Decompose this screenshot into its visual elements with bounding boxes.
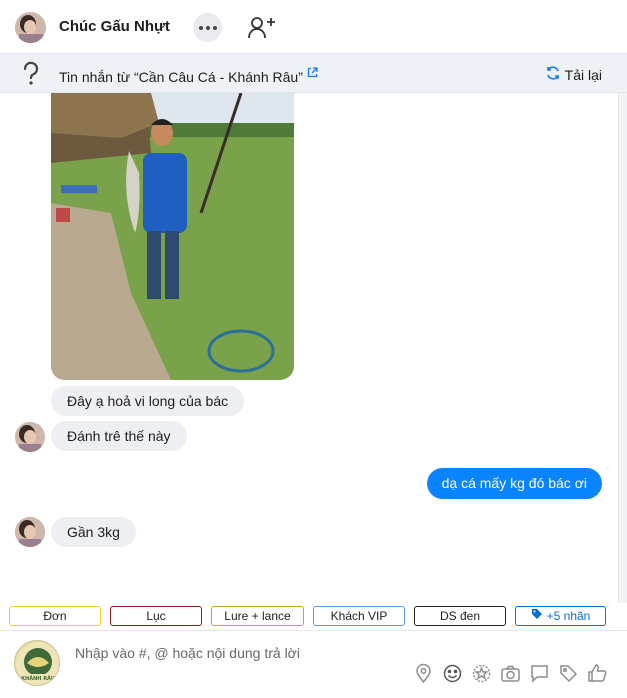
conversation-header: Chúc Gấu Nhựt — [0, 0, 627, 54]
composer-toolbar — [413, 661, 608, 685]
page-logo-text: KHÁNH RÂU — [21, 675, 55, 682]
contact-avatar — [15, 422, 45, 452]
message-bubble-incoming[interactable]: Đánh trê thế này — [51, 421, 187, 451]
dot — [212, 25, 217, 30]
more-tags-label: +5 nhãn — [546, 609, 591, 623]
location-icon[interactable] — [413, 663, 434, 684]
reload-button[interactable]: Tải lại — [545, 65, 602, 84]
reply-input[interactable]: Nhập vào #, @ hoặc nội dung trả lời — [75, 645, 300, 661]
reload-label: Tải lại — [564, 66, 602, 83]
emoji-icon[interactable] — [442, 663, 463, 684]
tag-lure-lance[interactable]: Lure + lance — [211, 606, 304, 626]
tag-don[interactable]: Đơn — [9, 606, 101, 626]
tag-khach-vip[interactable]: Khách VIP — [313, 606, 405, 626]
more-tags-button[interactable]: +5 nhãn — [515, 606, 606, 626]
more-options-button[interactable] — [193, 13, 222, 42]
tag-ds-den[interactable]: DS đen — [414, 606, 506, 626]
question-icon — [16, 58, 46, 88]
contact-avatar[interactable] — [15, 12, 46, 43]
message-list[interactable]: Đây ạ hoả vi long của bác Đánh trê thế n… — [0, 93, 618, 601]
source-info-bar: Tin nhắn từ “Cần Câu Cá - Khánh Râu” Tải… — [0, 54, 627, 93]
message-source-label: Tin nhắn từ “Cần Câu Cá - Khánh Râu” — [59, 69, 303, 85]
dot — [205, 25, 210, 30]
tag-icon[interactable] — [558, 663, 579, 684]
tag-icon — [531, 607, 543, 625]
chat-template-icon[interactable] — [529, 663, 550, 684]
tag-bar: Đơn Lục Lure + lance Khách VIP DS đen +5… — [0, 601, 627, 631]
message-source-text: Tin nhắn từ “Cần Câu Cá - Khánh Râu” — [59, 65, 318, 85]
message-bubble-incoming[interactable]: Gần 3kg — [51, 517, 136, 547]
message-photo[interactable] — [51, 93, 294, 380]
camera-icon[interactable] — [500, 663, 521, 684]
page-logo-avatar: KHÁNH RÂU — [14, 640, 60, 686]
dot — [198, 25, 203, 30]
sticker-icon[interactable] — [471, 663, 492, 684]
message-bubble-outgoing[interactable]: dạ cá mấy kg đó bác ơi — [426, 468, 602, 499]
message-bubble-incoming[interactable]: Đây ạ hoả vi long của bác — [51, 386, 245, 416]
external-link-icon[interactable] — [307, 65, 318, 78]
add-user-icon[interactable] — [246, 13, 276, 43]
scrollbar[interactable] — [618, 93, 627, 603]
like-icon[interactable] — [587, 663, 608, 684]
reply-composer: KHÁNH RÂU Nhập vào #, @ hoặc nội dung tr… — [0, 631, 627, 698]
contact-name[interactable]: Chúc Gấu Nhựt — [59, 18, 170, 35]
refresh-icon — [545, 65, 561, 84]
tag-luc[interactable]: Lục — [110, 606, 202, 626]
contact-avatar — [15, 517, 45, 547]
